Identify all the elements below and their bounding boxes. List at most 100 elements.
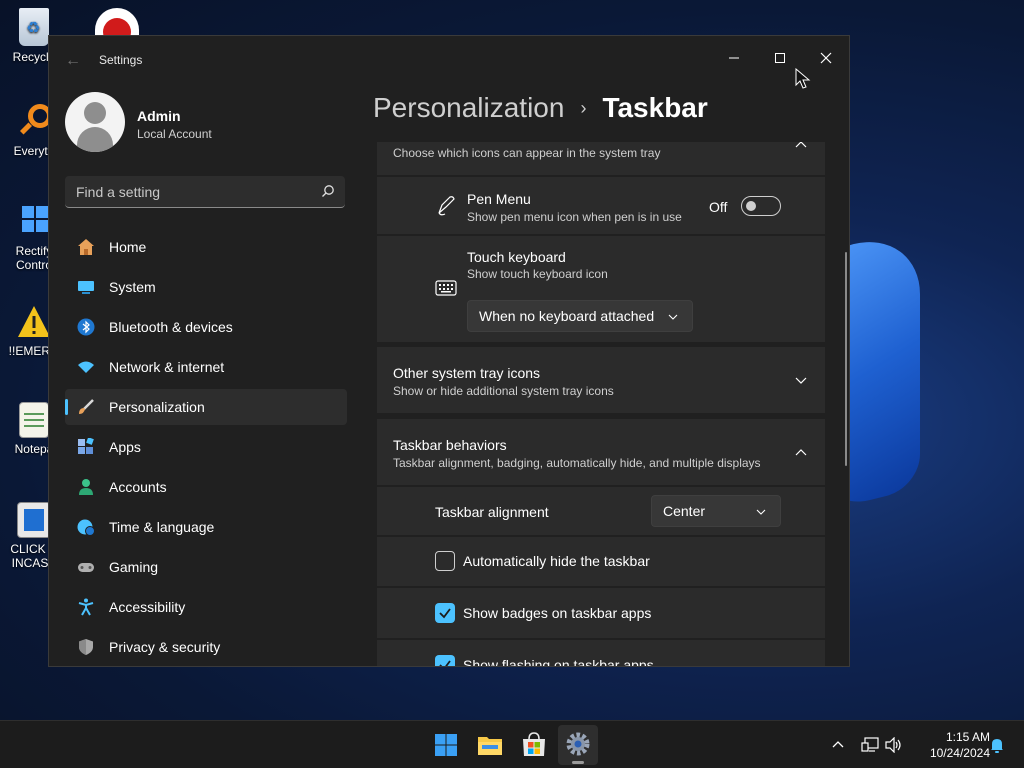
windows-start-icon — [435, 734, 457, 756]
touch-keyboard-dropdown[interactable]: When no keyboard attached — [467, 300, 693, 332]
pen-menu-toggle[interactable] — [741, 196, 781, 216]
taskbar-behaviors-header[interactable]: Taskbar behaviors Taskbar alignment, bad… — [377, 419, 825, 485]
sidebar-item-accessibility[interactable]: Accessibility — [65, 589, 347, 625]
chevron-down-icon — [668, 314, 678, 320]
clock-time: 1:15 AM — [945, 730, 990, 744]
taskbar-clock[interactable]: 1:15 AM 10/24/2024 — [910, 729, 990, 761]
sidebar-item-apps[interactable]: Apps — [65, 429, 347, 465]
mouse-cursor-icon — [795, 68, 811, 89]
account-type: Local Account — [137, 127, 212, 141]
auto-hide-row[interactable]: Automatically hide the taskbar — [377, 537, 825, 586]
arrow-left-icon[interactable]: ← — [65, 52, 81, 70]
sidebar-item-personalization[interactable]: Personalization — [65, 389, 347, 425]
breadcrumb-separator: › — [580, 97, 587, 118]
settings-taskbar-button[interactable] — [558, 725, 598, 765]
sidebar-nav: Home System Bluetooth & devices Network … — [65, 229, 347, 666]
keyboard-icon — [435, 280, 457, 296]
brush-icon — [79, 399, 94, 414]
row-subtitle: Show pen menu icon when pen is in use — [467, 210, 682, 224]
page-title: Taskbar — [602, 92, 708, 123]
search-input[interactable] — [65, 176, 305, 207]
globe-clock-icon — [77, 519, 95, 536]
accessibility-icon — [78, 598, 94, 616]
clock-date: 10/24/2024 — [929, 746, 990, 760]
volume-tray-button[interactable] — [882, 721, 906, 768]
taskbar: 1:15 AM 10/24/2024 — [0, 720, 1024, 768]
sidebar-item-gaming[interactable]: Gaming — [65, 549, 347, 585]
record-app-icon[interactable] — [95, 8, 139, 38]
checkmark-icon — [439, 660, 451, 666]
sidebar-item-system[interactable]: System — [65, 269, 347, 305]
chevron-up-icon[interactable] — [795, 142, 807, 151]
minimize-button[interactable] — [711, 44, 757, 74]
chevron-up-icon[interactable] — [795, 447, 807, 459]
bell-icon — [991, 739, 1003, 753]
network-tray-button[interactable] — [858, 721, 882, 768]
sidebar-item-label: Time & language — [109, 519, 215, 535]
sidebar-item-home[interactable]: Home — [65, 229, 347, 265]
checkbox-label: Show badges on taskbar apps — [463, 605, 652, 621]
sidebar-item-time-language[interactable]: Time & language — [65, 509, 347, 545]
pen-menu-row: Pen Menu Show pen menu icon when pen is … — [377, 177, 825, 234]
flashing-row[interactable]: Show flashing on taskbar apps — [377, 640, 825, 666]
sidebar-item-label: System — [109, 279, 156, 295]
sidebar-item-network[interactable]: Network & internet — [65, 349, 347, 385]
row-title: Pen Menu — [467, 191, 531, 207]
sidebar-item-label: Apps — [109, 439, 141, 455]
pen-icon — [438, 196, 455, 216]
sidebar-item-label: Home — [109, 239, 147, 255]
sidebar-item-accounts[interactable]: Accounts — [65, 469, 347, 505]
other-system-tray-icons[interactable]: Other system tray icons Show or hide add… — [377, 347, 825, 413]
row-title: Taskbar behaviors — [393, 437, 507, 453]
recycle-bin-icon: ♻ — [19, 8, 49, 46]
microsoft-store-button[interactable] — [514, 725, 554, 765]
auto-hide-checkbox[interactable] — [435, 551, 455, 571]
search-box[interactable] — [65, 176, 345, 208]
chevron-down-icon — [756, 509, 766, 515]
window-app-icon — [17, 502, 51, 538]
sidebar-item-bluetooth[interactable]: Bluetooth & devices — [65, 309, 347, 345]
shield-icon — [79, 639, 93, 655]
sidebar-item-label: Personalization — [109, 399, 205, 415]
taskbar-alignment-dropdown[interactable]: Center — [651, 495, 781, 527]
dropdown-value: Center — [663, 503, 706, 519]
sidebar-item-label: Gaming — [109, 559, 159, 575]
row-subtitle: Show or hide additional system tray icon… — [393, 384, 614, 398]
search-icon[interactable] — [321, 184, 335, 198]
user-name: Admin — [137, 108, 181, 124]
magnifier-orange-icon — [16, 104, 52, 140]
file-explorer-icon — [478, 737, 502, 755]
microsoft-store-icon — [523, 732, 545, 756]
notifications-button[interactable] — [986, 721, 1008, 768]
chevron-down-icon[interactable] — [795, 374, 807, 386]
sidebar-item-privacy-security[interactable]: Privacy & security — [65, 629, 347, 665]
sidebar-item-label: Accessibility — [109, 599, 186, 615]
section-subtitle: Choose which icons can appear in the sys… — [393, 146, 661, 160]
breadcrumb-parent[interactable]: Personalization — [373, 92, 564, 124]
person-icon — [79, 479, 93, 495]
badges-row[interactable]: Show badges on taskbar apps — [377, 588, 825, 638]
title-bar[interactable]: ← Settings — [49, 36, 849, 84]
window-title: Settings — [99, 53, 143, 67]
settings-gear-icon — [566, 732, 590, 756]
row-subtitle: Taskbar alignment, badging, automaticall… — [393, 456, 761, 470]
content-scrollbar[interactable] — [845, 252, 847, 466]
row-subtitle: Show touch keyboard icon — [467, 267, 608, 281]
start-button[interactable] — [426, 725, 466, 765]
notepad-icon — [19, 402, 49, 438]
windows-logo-icon — [16, 204, 52, 240]
breadcrumb: Personalization › Taskbar — [373, 92, 708, 124]
tray-overflow-button[interactable] — [826, 721, 850, 768]
badges-checkbox[interactable] — [435, 603, 455, 623]
sidebar-item-label: Privacy & security — [109, 639, 221, 655]
toggle-state-label: Off — [709, 199, 728, 215]
flashing-checkbox[interactable] — [435, 655, 455, 666]
apps-icon — [78, 438, 94, 454]
settings-content[interactable]: Choose which icons can appear in the sys… — [377, 142, 825, 666]
row-title: Touch keyboard — [467, 249, 566, 265]
user-profile[interactable]: Admin Local Account — [65, 92, 365, 156]
file-explorer-button[interactable] — [470, 725, 510, 765]
row-title: Taskbar alignment — [435, 504, 549, 520]
avatar — [65, 92, 125, 152]
system-tray-icons-header[interactable]: Choose which icons can appear in the sys… — [377, 142, 825, 175]
